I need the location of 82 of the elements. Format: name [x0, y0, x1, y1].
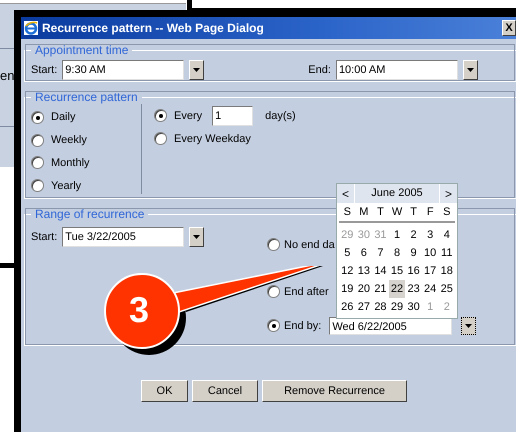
weekday-label: T	[376, 205, 385, 220]
field-label: End:	[308, 64, 331, 76]
start-time-field[interactable]: 9:30 AM	[62, 60, 184, 80]
calendar-day[interactable]: 29	[388, 298, 406, 316]
calendar-day[interactable]: 24	[422, 280, 438, 298]
caret-icon	[466, 68, 474, 72]
weekday-label: S	[442, 205, 452, 220]
calendar-day[interactable]: 10	[422, 244, 438, 262]
calendar-day[interactable]: 9	[405, 244, 422, 262]
callout-number: 3	[129, 290, 150, 330]
month-title: June 2005	[370, 186, 424, 201]
calendar-day[interactable]: 3	[422, 226, 438, 244]
radio-label: End by:	[284, 320, 322, 332]
weekday-label: M	[358, 205, 370, 220]
radio-button[interactable]	[31, 110, 44, 124]
radio-label: Weekly	[51, 134, 87, 146]
calendar-day[interactable]: 25	[438, 280, 456, 298]
calendar-day[interactable]: 27	[356, 298, 372, 316]
weekday-label: F	[426, 205, 435, 220]
calendar-day[interactable]: 11	[438, 244, 456, 262]
calendar-day[interactable]: 16	[405, 262, 422, 280]
calendar-day[interactable]: 19	[339, 280, 356, 298]
dialog-button[interactable]: OK	[141, 380, 188, 402]
calendar-day[interactable]: 26	[339, 298, 356, 316]
caret-icon	[193, 235, 200, 239]
dialog-button[interactable]: Cancel	[192, 380, 258, 402]
radio-button[interactable]	[31, 156, 44, 170]
calendar-day[interactable]: 22	[388, 280, 406, 298]
calendar-day[interactable]: 14	[372, 262, 389, 280]
radio-button[interactable]	[267, 285, 280, 298]
radio-label: End after	[284, 286, 329, 298]
group-legend: Range of recurrence	[31, 207, 148, 221]
calendar-day[interactable]: 4	[438, 226, 456, 244]
interval-field[interactable]: 1	[212, 106, 254, 126]
next-month-button[interactable]: >	[439, 184, 457, 203]
calendar-day[interactable]: 8	[388, 244, 406, 262]
field-label: Start:	[31, 64, 58, 76]
calendar-day[interactable]: 23	[405, 280, 422, 298]
calendar-day[interactable]: 15	[388, 262, 406, 280]
start-date-field[interactable]: Tue 3/22/2005	[62, 227, 184, 247]
caret-icon	[193, 68, 200, 72]
radio-label: Yearly	[51, 180, 82, 192]
window-title: Recurrence pattern -- Web Page Dialog	[42, 21, 264, 35]
radio-button[interactable]	[267, 319, 280, 332]
calendar-day[interactable]: 28	[372, 298, 389, 316]
calendar-day[interactable]: 7	[372, 244, 389, 262]
calendar-day[interactable]: 1	[388, 226, 406, 244]
weekday-label: S	[342, 205, 352, 220]
end-time-field[interactable]: 10:00 AM	[336, 60, 458, 80]
calendar-day[interactable]: 13	[356, 262, 372, 280]
calendar-day[interactable]: 6	[356, 244, 372, 262]
calendar-day[interactable]: 2	[405, 226, 422, 244]
radio-label: Monthly	[51, 156, 90, 169]
radio-button[interactable]	[31, 179, 44, 192]
radio-label: Every Weekday	[174, 132, 251, 144]
calendar-day[interactable]: 5	[339, 244, 356, 262]
caret-icon	[465, 324, 472, 328]
group-legend: Appointment time	[31, 43, 132, 57]
previous-month-button[interactable]: <	[337, 184, 355, 203]
calendar-day[interactable]: 20	[356, 280, 372, 298]
radio-label: Every	[174, 110, 202, 122]
unit-label: day(s)	[265, 110, 296, 122]
calendar-day[interactable]: 17	[422, 262, 438, 280]
weekday-label: W	[390, 205, 404, 220]
calendar-day[interactable]: 18	[438, 262, 456, 280]
dropdown-button[interactable]	[461, 316, 476, 334]
group-legend: Recurrence pattern	[31, 90, 142, 104]
radio-button[interactable]	[154, 132, 167, 145]
radio-label: No end da	[284, 238, 335, 250]
radio-button[interactable]	[31, 134, 44, 147]
dialog-button[interactable]: Remove Recurrence	[262, 380, 407, 402]
radio-button[interactable]	[267, 238, 280, 251]
browser-icon	[24, 21, 38, 35]
radio-label: Daily	[51, 111, 76, 124]
calendar-day[interactable]: 30	[405, 298, 422, 316]
field-label: Start:	[31, 231, 58, 243]
close-button[interactable]: X	[502, 20, 516, 36]
calendar-day[interactable]: 21	[372, 280, 389, 298]
radio-button[interactable]	[154, 109, 167, 122]
calendar-day[interactable]: 12	[339, 262, 356, 280]
background-window-text: en	[0, 68, 14, 83]
weekday-label: T	[409, 205, 418, 220]
